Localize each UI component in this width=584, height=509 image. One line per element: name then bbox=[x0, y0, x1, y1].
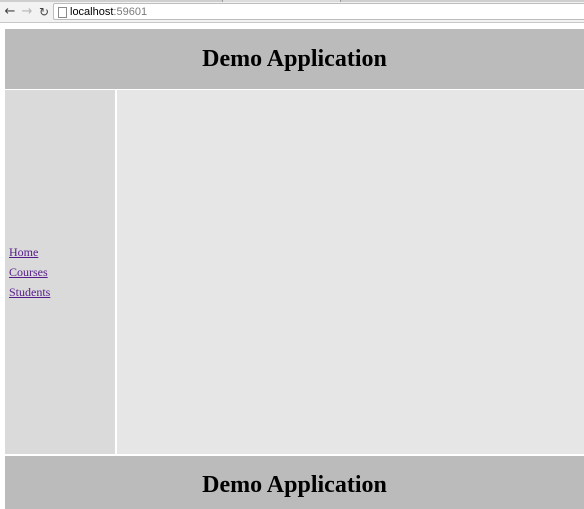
page-footer: Demo Application bbox=[5, 456, 584, 509]
browser-toolbar: ← → ↻ localhost:59601 bbox=[0, 2, 584, 23]
page-title: Demo Application bbox=[202, 45, 387, 72]
back-arrow-icon[interactable]: ← bbox=[2, 4, 18, 20]
sidebar-link-students[interactable]: Students bbox=[9, 282, 115, 302]
footer-title: Demo Application bbox=[202, 472, 387, 498]
reload-icon[interactable]: ↻ bbox=[36, 4, 52, 20]
main-content bbox=[117, 90, 584, 454]
url-host: localhost bbox=[70, 6, 114, 18]
page-header: Demo Application bbox=[5, 29, 584, 89]
page-icon bbox=[58, 7, 67, 18]
sidebar-nav: Home Courses Students bbox=[5, 90, 115, 454]
url-port: :59601 bbox=[113, 6, 148, 18]
address-bar[interactable]: localhost:59601 bbox=[53, 3, 584, 20]
url-text[interactable]: localhost:59601 bbox=[70, 5, 147, 19]
sidebar-link-home[interactable]: Home bbox=[9, 242, 115, 262]
sidebar-link-courses[interactable]: Courses bbox=[9, 262, 115, 282]
forward-arrow-icon[interactable]: → bbox=[19, 4, 35, 20]
